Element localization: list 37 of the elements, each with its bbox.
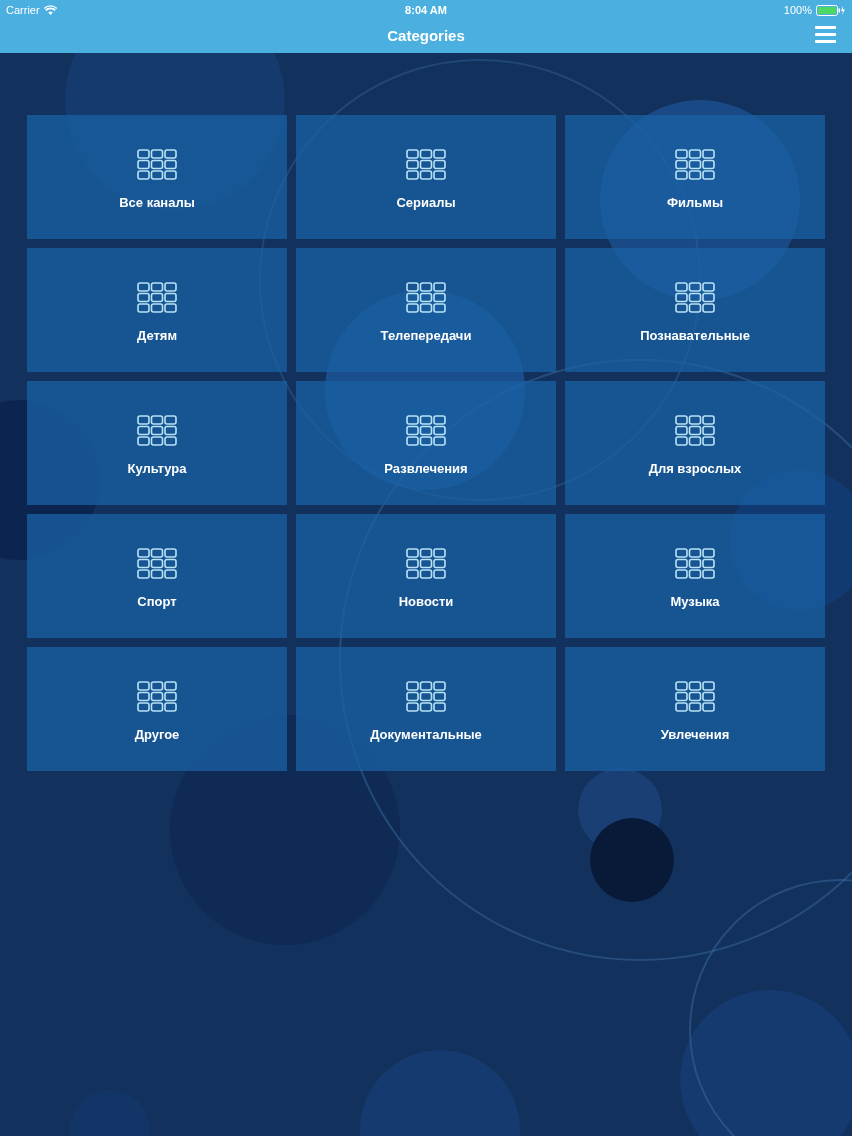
category-tile[interactable]: Увлечения — [565, 647, 825, 771]
grid-icon — [675, 681, 715, 712]
status-time: 8:04 AM — [405, 2, 447, 18]
grid-icon — [137, 282, 177, 313]
battery-icon — [816, 4, 846, 16]
menu-icon[interactable] — [815, 26, 836, 43]
grid-icon — [137, 548, 177, 579]
carrier-label: Carrier — [6, 2, 40, 18]
category-tile[interactable]: Спорт — [27, 514, 287, 638]
wifi-icon — [43, 5, 57, 15]
category-tile[interactable]: Развлечения — [296, 381, 556, 505]
category-tile[interactable]: Другое — [27, 647, 287, 771]
grid-icon — [137, 415, 177, 446]
category-tile[interactable]: Познавательные — [565, 248, 825, 372]
category-tile[interactable]: Все каналы — [27, 115, 287, 239]
category-tile[interactable]: Культура — [27, 381, 287, 505]
grid-icon — [406, 415, 446, 446]
grid-icon — [675, 415, 715, 446]
category-tile[interactable]: Для взрослых — [565, 381, 825, 505]
category-tile[interactable]: Сериалы — [296, 115, 556, 239]
grid-icon — [406, 681, 446, 712]
category-tile[interactable]: Новости — [296, 514, 556, 638]
grid-icon — [675, 282, 715, 313]
category-tile[interactable]: Музыка — [565, 514, 825, 638]
grid-icon — [406, 548, 446, 579]
grid-icon — [675, 149, 715, 180]
category-tile[interactable]: Детям — [27, 248, 287, 372]
grid-icon — [137, 681, 177, 712]
grid-icon — [406, 149, 446, 180]
grid-icon — [406, 282, 446, 313]
nav-title: Categories — [387, 26, 465, 47]
grid-icon — [137, 149, 177, 180]
category-tile[interactable]: Документальные — [296, 647, 556, 771]
battery-percent: 100% — [783, 2, 812, 18]
category-tile[interactable]: Телепередачи — [296, 248, 556, 372]
grid-icon — [675, 548, 715, 579]
category-tile[interactable]: Фильмы — [565, 115, 825, 239]
